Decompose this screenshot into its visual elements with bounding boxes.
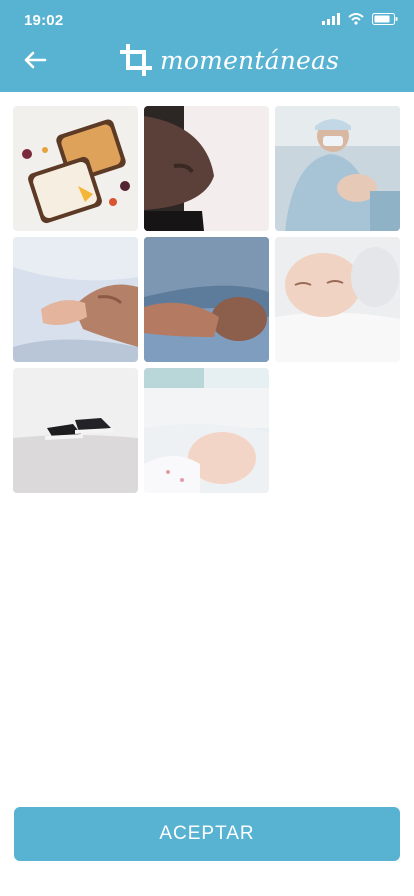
status-time: 19:02 — [24, 12, 64, 29]
baby-bed-photo-icon — [144, 368, 269, 493]
food-photo-icon — [13, 106, 138, 231]
doctor-newborn-photo-icon — [275, 106, 400, 231]
signal-icon — [322, 13, 340, 25]
pregnancy-photo-icon — [144, 106, 269, 231]
baby-shoes-photo-icon — [13, 368, 138, 493]
app-logo: momentáneas — [120, 42, 339, 78]
photo-baby-shoes[interactable] — [13, 368, 138, 493]
app-header: 19:02 momentáneas — [0, 0, 414, 92]
battery-icon — [372, 13, 398, 25]
status-icons — [322, 13, 398, 25]
photo-doctor-newborn[interactable] — [275, 106, 400, 231]
app-name: momentáneas — [160, 45, 340, 75]
photo-sleeping-baby[interactable] — [144, 237, 269, 362]
photo-baby-bed[interactable] — [144, 368, 269, 493]
photo-pregnancy[interactable] — [144, 106, 269, 231]
back-button[interactable] — [18, 44, 52, 76]
accept-button[interactable]: ACEPTAR — [14, 807, 400, 861]
sleeping-baby-closeup-photo-icon — [275, 237, 400, 362]
wifi-icon — [348, 13, 364, 25]
crop-icon — [120, 44, 152, 76]
arrow-left-icon — [24, 51, 47, 69]
baby-hand-photo-icon — [13, 237, 138, 362]
photo-grid — [13, 106, 401, 493]
photo-food[interactable] — [13, 106, 138, 231]
photo-sleeping-baby-closeup[interactable] — [275, 237, 400, 362]
sleeping-baby-photo-icon — [144, 237, 269, 362]
photo-baby-hand[interactable] — [13, 237, 138, 362]
